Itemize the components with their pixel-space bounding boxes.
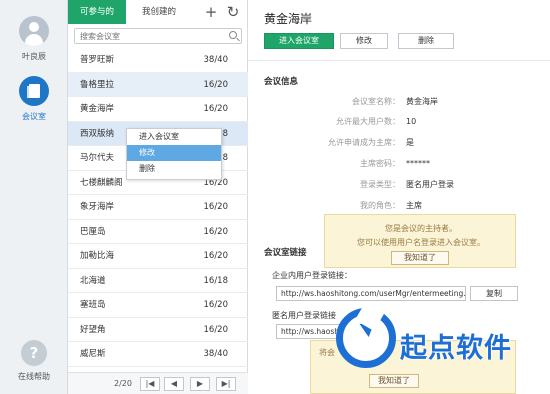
add-icon[interactable]: + xyxy=(202,3,220,21)
list-item[interactable]: 好望角 16/20 xyxy=(68,318,248,342)
rail-item-meetings[interactable]: 会议室 xyxy=(0,76,68,122)
room-list: 普罗旺斯 38/40 鲁格里拉 16/20 黄金海岸 16/20 西双版纳 18 马尔代… xyxy=(68,48,248,367)
room-name: 塞班岛 xyxy=(80,300,106,310)
field-key: 主席密码： xyxy=(360,159,400,168)
room-count: 16/20 xyxy=(203,251,229,261)
refresh-icon[interactable]: ↻ xyxy=(224,3,242,21)
rail-item-help[interactable]: ? 在线帮助 xyxy=(0,340,68,382)
rail-help-label: 在线帮助 xyxy=(18,372,50,381)
context-menu: 进入会议室 修改 删除 xyxy=(126,128,222,180)
help-icon: ? xyxy=(21,340,47,366)
watermark: 起点软件 xyxy=(330,306,550,394)
page-info: 2/20 xyxy=(114,379,132,388)
field-key: 允许申请成为主席： xyxy=(328,138,400,147)
tip-line-1: 您是会议的主持者。 xyxy=(385,224,457,233)
list-item[interactable]: 黄金海岸 16/20 xyxy=(68,97,248,122)
tip-line-2: 您可以使用用户名登录进入会议室。 xyxy=(357,238,485,247)
room-count: 16/20 xyxy=(203,226,229,237)
field-value: 10 xyxy=(406,117,417,126)
room-count: 16/20 xyxy=(203,300,229,310)
field-row: 允许最大用户数： 10 xyxy=(248,114,550,130)
watermark-text: 起点软件 xyxy=(400,333,512,364)
edit-button[interactable]: 修改 xyxy=(340,33,388,49)
internal-link-label: 企业内用户登录链接： xyxy=(272,271,352,280)
rail-meetings-label: 会议室 xyxy=(22,112,46,121)
list-tabs: 可参与的 我创建的 + ↻ xyxy=(68,0,248,24)
field-value: 主席 xyxy=(406,201,422,210)
search-box xyxy=(74,28,242,44)
info-section-title: 会议信息 xyxy=(264,77,299,87)
field-key: 允许最大用户数： xyxy=(336,117,400,126)
room-name: 鲁格里拉 xyxy=(80,79,115,90)
search-icon[interactable] xyxy=(229,31,237,39)
room-name: 马尔代夫 xyxy=(80,153,115,163)
room-count: 16/20 xyxy=(203,202,229,212)
link-section-title: 会议室链接 xyxy=(264,248,307,258)
pager: 2/20 |◀ ◀ ▶ ▶| xyxy=(68,372,248,394)
room-name: 普罗旺斯 xyxy=(80,55,115,65)
room-count: 16/20 xyxy=(203,324,229,335)
room-name: 西双版纳 xyxy=(80,128,115,139)
room-name: 好望角 xyxy=(80,324,106,335)
room-name: 威尼斯 xyxy=(80,349,106,359)
list-item[interactable]: 加勒比海 16/20 xyxy=(68,244,248,269)
divider xyxy=(248,60,550,61)
list-item[interactable]: 巴厘岛 16/20 xyxy=(68,220,248,244)
meeting-room-icon xyxy=(19,76,49,106)
room-name: 加勒比海 xyxy=(80,251,115,261)
field-row: 允许申请成为主席： 是 xyxy=(248,135,550,151)
left-rail: 叶良辰 会议室 ? 在线帮助 xyxy=(0,0,68,394)
field-value: 是 xyxy=(406,138,414,147)
room-name: 七楼麒麟阁 xyxy=(80,177,123,188)
anon-link-label: 匿名用户登录链接 xyxy=(272,311,336,320)
room-list-panel: 可参与的 我创建的 + ↻ 普罗旺斯 38/40 鲁格里拉 16/20 黄金海岸 16… xyxy=(68,0,248,394)
copy-button[interactable]: 复制 xyxy=(470,286,518,301)
enter-room-button[interactable]: 进入会议室 xyxy=(264,33,334,49)
field-key: 我的角色： xyxy=(360,201,400,210)
room-name: 黄金海岸 xyxy=(80,104,115,114)
first-page-icon[interactable]: |◀ xyxy=(140,377,160,391)
watermark-logo-icon xyxy=(336,308,396,368)
list-item[interactable]: 鲁格里拉 16/20 xyxy=(68,72,248,97)
next-page-icon[interactable]: ▶ xyxy=(190,377,210,391)
field-value: 黄金海岸 xyxy=(406,97,438,106)
room-name: 北海道 xyxy=(80,275,106,286)
menu-item-delete[interactable]: 删除 xyxy=(127,161,221,177)
field-key: 登录类型： xyxy=(360,180,400,189)
internal-link-field[interactable]: http://ws.haoshitong.com/userMgr/enterme… xyxy=(276,286,466,301)
rail-contacts-label: 叶良辰 xyxy=(22,52,46,61)
field-value: ****** xyxy=(406,159,430,168)
list-item[interactable]: 普罗旺斯 38/40 xyxy=(68,48,248,73)
room-count: 16/18 xyxy=(203,275,229,286)
rail-item-contacts[interactable]: 叶良辰 xyxy=(0,16,68,62)
prev-page-icon[interactable]: ◀ xyxy=(164,377,184,391)
room-count: 16/20 xyxy=(203,104,229,114)
room-name: 象牙海岸 xyxy=(80,202,115,212)
room-count: 38/40 xyxy=(203,55,229,65)
field-row: 登录类型： 匿名用户登录 xyxy=(248,177,550,193)
field-value: 匿名用户登录 xyxy=(406,180,454,189)
room-name: 巴厘岛 xyxy=(80,226,106,237)
room-count: 16/20 xyxy=(203,79,229,90)
delete-button[interactable]: 删除 xyxy=(398,33,454,49)
last-page-icon[interactable]: ▶| xyxy=(216,377,236,391)
room-count: 38/40 xyxy=(203,349,229,359)
got-it-button[interactable]: 我知道了 xyxy=(391,251,449,265)
page-title: 黄金海岸 xyxy=(264,12,313,26)
list-item[interactable]: 威尼斯 38/40 xyxy=(68,342,248,367)
search-input[interactable] xyxy=(75,29,215,43)
list-item[interactable]: 象牙海岸 16/20 xyxy=(68,195,248,220)
list-item[interactable]: 北海道 16/18 xyxy=(68,269,248,293)
tab-created[interactable]: 我创建的 xyxy=(130,0,188,24)
list-item[interactable]: 塞班岛 16/20 xyxy=(68,293,248,318)
field-row: 会议室名称： 黄金海岸 xyxy=(248,94,550,110)
field-key: 会议室名称： xyxy=(352,97,400,106)
role-tooltip: 您是会议的主持者。 您可以使用用户名登录进入会议室。 我知道了 xyxy=(324,214,516,268)
menu-item-enter[interactable]: 进入会议室 xyxy=(127,129,221,145)
tab-joinable[interactable]: 可参与的 xyxy=(68,0,126,24)
menu-item-edit[interactable]: 修改 xyxy=(127,145,221,161)
field-row: 主席密码： ****** xyxy=(248,156,550,172)
user-avatar-icon xyxy=(19,16,49,46)
field-row: 我的角色： 主席 xyxy=(248,198,550,214)
